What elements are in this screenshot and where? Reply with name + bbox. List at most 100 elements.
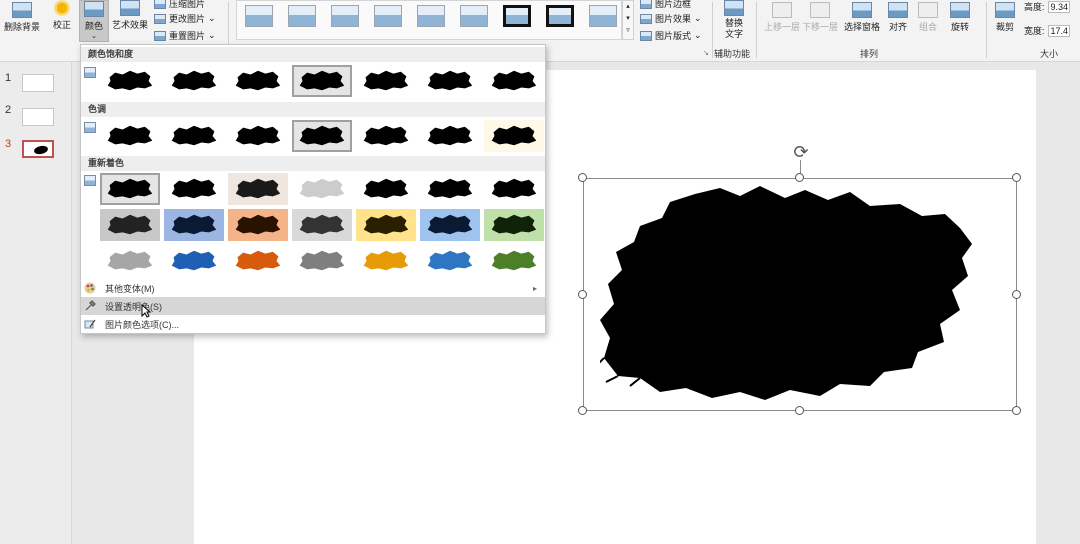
picture-style-thumb[interactable] (417, 5, 445, 27)
slide-thumbnail-current[interactable] (22, 140, 54, 158)
saturation-option[interactable] (100, 65, 160, 97)
corrections-button[interactable]: 校正 (48, 0, 76, 31)
change-picture-button[interactable]: 更改图片 ⌄ (154, 12, 216, 25)
recolor-option[interactable] (164, 245, 224, 277)
alt-text-label: 替换文字 (724, 18, 743, 39)
recolor-option[interactable] (100, 209, 160, 241)
tone-option[interactable] (292, 120, 352, 152)
dialog-launcher-icon[interactable]: ↘ (703, 49, 709, 57)
group-button[interactable]: 组合 (914, 2, 942, 33)
width-label: 宽度: (1024, 26, 1045, 36)
remove-background-button[interactable]: 删除背景 (2, 2, 42, 33)
slide-thumbnail[interactable] (22, 74, 54, 92)
picture-border-button[interactable]: 图片边框 (640, 0, 691, 10)
tone-option[interactable] (420, 120, 480, 152)
recolor-option[interactable] (292, 245, 352, 277)
picture-style-thumb[interactable] (288, 5, 316, 27)
picture-style-thumb[interactable] (589, 5, 617, 27)
align-icon (888, 2, 908, 18)
recolor-option[interactable] (420, 173, 480, 205)
recolor-option[interactable] (100, 173, 160, 205)
recolor-option[interactable] (484, 173, 544, 205)
align-button[interactable]: 对齐 (884, 2, 912, 33)
crop-button[interactable]: 裁剪 (992, 2, 1018, 33)
recolor-option[interactable] (484, 209, 544, 241)
recolor-option[interactable] (164, 173, 224, 205)
picture-layout-icon (640, 30, 652, 41)
recolor-option[interactable] (100, 245, 160, 277)
saturation-option[interactable] (228, 65, 288, 97)
picture-style-thumb[interactable] (245, 5, 273, 27)
height-label: 高度: (1024, 2, 1045, 12)
resize-handle-ne[interactable] (1012, 173, 1021, 182)
saturation-option[interactable] (292, 65, 352, 97)
picture-style-thumb[interactable] (460, 5, 488, 27)
slide-thumbnail[interactable] (22, 108, 54, 126)
recolor-option[interactable] (420, 209, 480, 241)
recolor-option[interactable] (292, 173, 352, 205)
more-variations-label: 其他变体(M) (105, 283, 155, 294)
height-value[interactable]: 9.34 (1047, 0, 1070, 13)
reset-picture-icon (154, 30, 166, 41)
saturation-option[interactable] (356, 65, 416, 97)
width-value[interactable]: 17.4 (1047, 24, 1070, 37)
saturation-option[interactable] (164, 65, 224, 97)
bring-forward-icon (772, 2, 792, 18)
tone-option[interactable] (356, 120, 416, 152)
recolor-option[interactable] (164, 209, 224, 241)
bring-forward-button[interactable]: 上移一层 (762, 2, 802, 33)
saturation-option[interactable] (420, 65, 480, 97)
more-variations-menu-item[interactable]: 其他变体(M) ▸ (81, 279, 545, 297)
tone-option[interactable] (228, 120, 288, 152)
swatch-blob (235, 125, 281, 146)
picture-layout-button[interactable]: 图片版式 ⌄ (640, 29, 702, 42)
recolor-option[interactable] (228, 173, 288, 205)
recolor-option[interactable] (292, 209, 352, 241)
picture-style-thumb[interactable] (331, 5, 359, 27)
recolor-option[interactable] (420, 245, 480, 277)
selection-pane-button[interactable]: 选择窗格 (842, 2, 882, 33)
recolor-option[interactable] (356, 173, 416, 205)
recolor-option[interactable] (356, 245, 416, 277)
recolor-option[interactable] (228, 245, 288, 277)
resize-handle-w[interactable] (578, 290, 587, 299)
reset-picture-button[interactable]: 重置图片 ⌄ (154, 29, 216, 42)
alt-text-button[interactable]: 替换文字 (718, 0, 750, 40)
picture-style-thumb[interactable] (546, 5, 574, 27)
palette-icon (84, 282, 96, 294)
recolor-section-icon (84, 175, 96, 186)
resize-handle-nw[interactable] (578, 173, 587, 182)
resize-handle-sw[interactable] (578, 406, 587, 415)
picture-style-thumb[interactable] (374, 5, 402, 27)
picture-color-options-icon (84, 319, 96, 329)
swatch-blob (171, 214, 217, 235)
resize-handle-n[interactable] (795, 173, 804, 182)
resize-handle-se[interactable] (1012, 406, 1021, 415)
picture-style-thumb[interactable] (503, 5, 531, 27)
swatch-blob (171, 178, 217, 199)
rotate-button[interactable]: 旋转 (946, 2, 974, 33)
tone-option[interactable] (484, 120, 544, 152)
send-backward-button[interactable]: 下移一层 (800, 2, 840, 33)
resize-handle-e[interactable] (1012, 290, 1021, 299)
slide-thumbnail-pane: 1 2 3 (0, 62, 72, 544)
tone-option[interactable] (164, 120, 224, 152)
height-field[interactable]: 高度: 9.34 (1024, 0, 1070, 13)
width-field[interactable]: 宽度: 17.4 (1024, 24, 1070, 37)
swatch-blob (427, 125, 473, 146)
tone-option[interactable] (100, 120, 160, 152)
saturation-section-icon (84, 67, 96, 78)
compress-pictures-button[interactable]: 压缩图片 (154, 0, 205, 10)
swatch-blob (235, 70, 281, 91)
recolor-option[interactable] (356, 209, 416, 241)
resize-handle-s[interactable] (795, 406, 804, 415)
picture-effects-button[interactable]: 图片效果 ⌄ (640, 12, 702, 25)
gallery-scroll-button[interactable]: ▴ ▾ ▿ (622, 0, 634, 40)
recolor-option[interactable] (228, 209, 288, 241)
recolor-option[interactable] (484, 245, 544, 277)
saturation-option[interactable] (484, 65, 544, 97)
picture-styles-gallery[interactable] (236, 0, 622, 40)
rotate-handle-icon[interactable]: ⟳ (790, 142, 812, 162)
artistic-effects-button[interactable]: 艺术效果 (110, 0, 150, 31)
color-button[interactable]: 颜色 ⌄ (79, 0, 109, 42)
